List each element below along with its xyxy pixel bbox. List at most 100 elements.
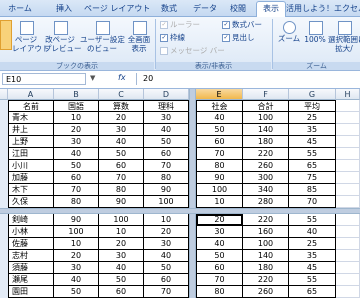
data-cell-E[interactable]: 40 [196, 112, 243, 124]
cell-H[interactable] [336, 274, 360, 286]
data-cell-E[interactable]: 100 [196, 184, 243, 196]
header-cell-C[interactable]: 算数 [99, 100, 144, 112]
header-cell-E[interactable]: 社会 [196, 100, 243, 112]
data-cell-B[interactable]: 30 [54, 262, 99, 274]
column-header-G[interactable]: G [289, 89, 336, 100]
column-header-C[interactable]: C [99, 89, 144, 100]
data-cell-E[interactable]: 10 [196, 196, 243, 208]
cell-H[interactable] [336, 286, 360, 298]
data-cell-B[interactable]: 20 [54, 124, 99, 136]
data-cell-D[interactable]: 20 [144, 226, 189, 238]
data-cell-F[interactable]: 180 [243, 136, 289, 148]
data-cell-C[interactable]: 30 [99, 250, 144, 262]
column-header-E[interactable]: E [196, 89, 243, 100]
message-bar-checkbox[interactable]: メッセージ バー [160, 46, 225, 55]
data-cell-E[interactable]: 80 [196, 160, 243, 172]
data-cell-F[interactable]: 300 [243, 172, 289, 184]
data-cell-D[interactable]: 70 [144, 160, 189, 172]
data-cell-D[interactable]: 50 [144, 136, 189, 148]
data-cell-F[interactable]: 340 [243, 184, 289, 196]
cell-H[interactable] [336, 184, 360, 196]
data-cell-A[interactable]: 木下 [8, 184, 54, 196]
data-cell-D[interactable]: 40 [144, 250, 189, 262]
data-cell-G[interactable]: 65 [289, 160, 336, 172]
data-cell-E[interactable]: 40 [196, 238, 243, 250]
data-cell-A[interactable]: 小林 [8, 226, 54, 238]
data-cell-A[interactable]: 加藤 [8, 172, 54, 184]
chevron-down-icon[interactable]: ▼ [90, 74, 95, 82]
tab-7[interactable]: 活用しよう！エクセル [286, 2, 360, 16]
data-cell-C[interactable]: 100 [99, 214, 144, 226]
full-screen-button[interactable]: 全画面 表示 [126, 21, 152, 53]
data-cell-A[interactable]: 小川 [8, 160, 54, 172]
data-cell-A[interactable]: 青木 [8, 112, 54, 124]
page-layout-view-button[interactable]: ページ レイアウト [12, 21, 50, 53]
header-cell-F[interactable]: 合計 [243, 100, 289, 112]
ruler-checkbox[interactable]: ✓ ルーラー [160, 20, 200, 29]
data-cell-C[interactable]: 20 [99, 238, 144, 250]
headings-checkbox[interactable]: ✓ 見出し [222, 33, 255, 42]
cell-H[interactable] [336, 136, 360, 148]
tab-6[interactable]: 表示 [256, 1, 286, 17]
cell-H[interactable] [336, 226, 360, 238]
data-cell-G[interactable]: 65 [289, 286, 336, 298]
data-cell-C[interactable]: 40 [99, 262, 144, 274]
header-cell-B[interactable]: 国語 [54, 100, 99, 112]
column-header-H[interactable]: H [336, 89, 360, 100]
data-cell-C[interactable]: 50 [99, 148, 144, 160]
active-cell-E10[interactable] [196, 214, 243, 226]
data-cell-F[interactable]: 220 [243, 148, 289, 160]
data-cell-E[interactable]: 30 [196, 226, 243, 238]
data-cell-B[interactable]: 40 [54, 148, 99, 160]
data-cell-D[interactable]: 10 [144, 214, 189, 226]
cell-H[interactable] [336, 196, 360, 208]
tab-3[interactable]: 数式 [156, 2, 182, 16]
data-cell-F[interactable]: 280 [243, 196, 289, 208]
data-cell-D[interactable]: 90 [144, 184, 189, 196]
data-cell-G[interactable]: 25 [289, 112, 336, 124]
data-cell-B[interactable]: 50 [54, 160, 99, 172]
data-cell-B[interactable]: 60 [54, 172, 99, 184]
data-cell-F[interactable]: 180 [243, 262, 289, 274]
cell-H[interactable] [336, 148, 360, 160]
tab-1[interactable]: 挿入 [50, 2, 78, 16]
data-cell-B[interactable]: 70 [54, 184, 99, 196]
data-cell-G[interactable]: 45 [289, 262, 336, 274]
zoom-selection-button[interactable]: 選択範囲に 拡大/ [328, 21, 360, 53]
vertical-split-bar[interactable] [189, 89, 196, 298]
data-cell-B[interactable]: 90 [54, 214, 99, 226]
cell-H[interactable] [336, 160, 360, 172]
data-cell-A[interactable]: 瀬尾 [8, 274, 54, 286]
data-cell-F[interactable]: 160 [243, 226, 289, 238]
column-header-D[interactable]: D [144, 89, 189, 100]
tab-5[interactable]: 校閲 [226, 2, 250, 16]
data-cell-A[interactable]: 久保 [8, 196, 54, 208]
data-cell-D[interactable]: 30 [144, 112, 189, 124]
header-cell-D[interactable]: 理科 [144, 100, 189, 112]
data-cell-F[interactable]: 260 [243, 286, 289, 298]
data-cell-A[interactable]: 園田 [8, 286, 54, 298]
data-cell-C[interactable]: 50 [99, 274, 144, 286]
data-cell-B[interactable]: 100 [54, 226, 99, 238]
header-cell-A[interactable]: 名前 [8, 100, 54, 112]
data-cell-B[interactable]: 10 [54, 238, 99, 250]
data-cell-B[interactable]: 80 [54, 196, 99, 208]
cell-H[interactable] [336, 214, 360, 226]
data-cell-A[interactable]: 井上 [8, 124, 54, 136]
column-header-F[interactable]: F [243, 89, 289, 100]
data-cell-E[interactable]: 60 [196, 262, 243, 274]
gridlines-checkbox[interactable]: ✓ 枠線 [160, 33, 185, 42]
data-cell-G[interactable]: 45 [289, 136, 336, 148]
data-cell-E[interactable]: 70 [196, 274, 243, 286]
data-cell-G[interactable]: 70 [289, 196, 336, 208]
data-cell-F[interactable]: 220 [243, 274, 289, 286]
zoom-button[interactable]: ズーム [276, 21, 302, 43]
data-cell-G[interactable]: 85 [289, 184, 336, 196]
data-cell-F[interactable]: 100 [243, 112, 289, 124]
data-cell-A[interactable]: 江田 [8, 148, 54, 160]
zoom-100-button[interactable]: 100% [304, 21, 326, 44]
data-cell-C[interactable]: 10 [99, 226, 144, 238]
data-cell-G[interactable]: 35 [289, 250, 336, 262]
formula-bar-checkbox[interactable]: ✓ 数式バー [222, 20, 262, 29]
data-cell-A[interactable]: 剣崎 [8, 214, 54, 226]
